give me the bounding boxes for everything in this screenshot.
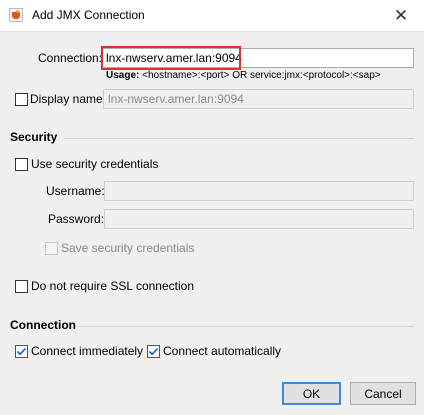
connection-section-title: Connection [10, 318, 76, 332]
password-input[interactable] [104, 209, 414, 229]
add-jmx-connection-dialog: Add JMX Connection ✕ Connection: Usage: … [0, 0, 424, 414]
display-name-input[interactable] [103, 89, 414, 109]
save-credentials-checkbox[interactable] [45, 242, 58, 255]
usage-label: Usage: [106, 70, 140, 81]
close-icon: ✕ [393, 5, 409, 25]
security-separator [64, 138, 414, 139]
no-ssl-label[interactable]: Do not require SSL connection [31, 279, 194, 293]
checkmark-icon [16, 347, 27, 356]
security-section-title: Security [10, 130, 58, 144]
usage-hint: Usage: <hostname>:<port> OR service:jmx:… [106, 70, 381, 81]
visualvm-app-icon [9, 8, 23, 22]
usage-text: <hostname>:<port> OR service:jmx:<protoc… [142, 70, 381, 81]
window-title: Add JMX Connection [32, 8, 145, 22]
use-credentials-label[interactable]: Use security credentials [31, 157, 158, 171]
close-button[interactable]: ✕ [378, 0, 424, 31]
title-bar: Add JMX Connection ✕ [0, 0, 424, 31]
dialog-body: Connection: Usage: <hostname>:<port> OR … [0, 31, 424, 415]
checkmark-icon [148, 347, 159, 356]
ok-button[interactable]: OK [282, 382, 341, 405]
cancel-button[interactable]: Cancel [350, 382, 416, 405]
username-label: Username: [46, 184, 105, 198]
display-name-checkbox[interactable] [15, 93, 28, 106]
connect-automatically-checkbox[interactable] [147, 345, 160, 358]
password-label: Password: [48, 212, 105, 226]
connection-label: Connection: [38, 51, 103, 65]
save-credentials-label: Save security credentials [61, 241, 195, 255]
connection-input[interactable] [101, 48, 414, 68]
connection-separator [78, 326, 414, 327]
connect-immediately-label[interactable]: Connect immediately [31, 344, 143, 358]
connect-immediately-checkbox[interactable] [15, 345, 28, 358]
no-ssl-checkbox[interactable] [15, 280, 28, 293]
username-input[interactable] [104, 181, 414, 201]
use-credentials-checkbox[interactable] [15, 158, 28, 171]
display-name-label[interactable]: Display name: [30, 92, 106, 106]
connect-automatically-label[interactable]: Connect automatically [163, 344, 281, 358]
